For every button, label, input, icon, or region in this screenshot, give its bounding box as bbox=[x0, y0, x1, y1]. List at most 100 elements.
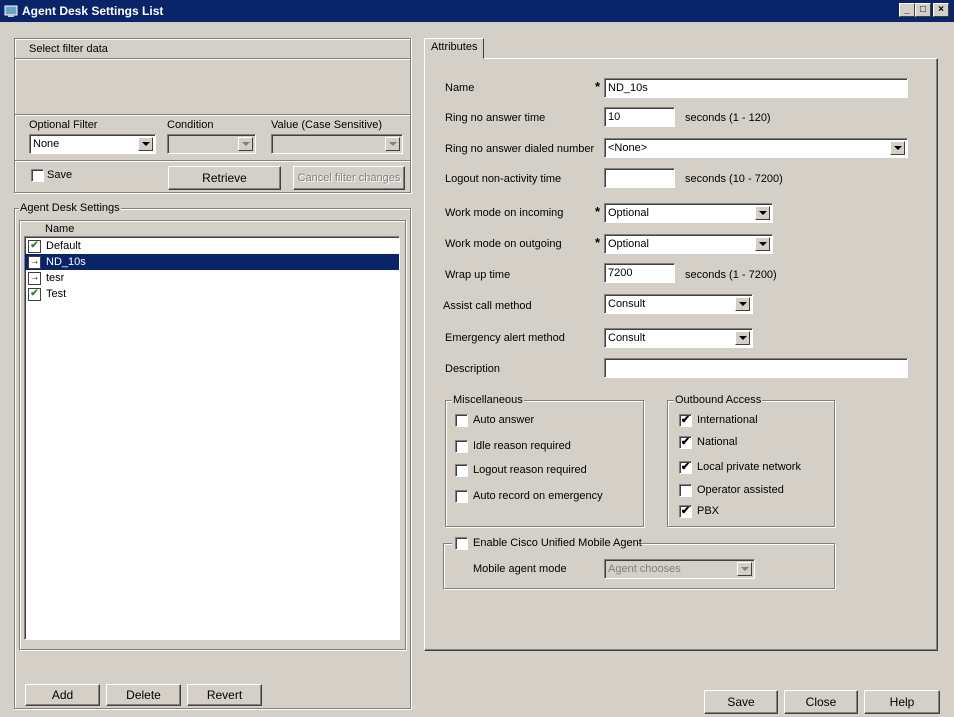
assist-value: Consult bbox=[608, 298, 646, 310]
ring-label: Ring no answer time bbox=[445, 112, 546, 124]
app-icon bbox=[4, 5, 18, 17]
misc-label: Auto answer bbox=[473, 414, 535, 426]
work-in-label: Work mode on incoming bbox=[445, 207, 564, 219]
misc-checkbox[interactable] bbox=[455, 414, 468, 427]
optional-filter-value: None bbox=[33, 138, 60, 150]
list-item-label: Default bbox=[46, 240, 81, 252]
condition-select[interactable] bbox=[167, 134, 256, 154]
misc-label: Auto record on emergency bbox=[473, 490, 603, 502]
logout-input[interactable] bbox=[604, 168, 675, 188]
ring-dialed-select[interactable]: <None> bbox=[604, 138, 908, 158]
ring-dialed-label: Ring no answer dialed number bbox=[445, 143, 595, 155]
list-item[interactable]: ✔ Default bbox=[25, 238, 399, 254]
wrap-input[interactable]: 7200 bbox=[604, 263, 675, 283]
delete-label: Delete bbox=[126, 688, 161, 702]
list-item[interactable]: → tesr bbox=[25, 270, 399, 286]
emergency-select[interactable]: Consult bbox=[604, 328, 753, 348]
list-item[interactable]: ✔ Test bbox=[25, 286, 399, 302]
enable-mobile-checkbox[interactable] bbox=[455, 537, 468, 550]
help-button[interactable]: Help bbox=[864, 690, 940, 714]
outbound-checkbox[interactable]: ✔ bbox=[679, 414, 692, 427]
window-title: Agent Desk Settings List bbox=[22, 4, 164, 18]
work-out-select[interactable]: Optional bbox=[604, 234, 773, 254]
checkmark-icon: ✔ bbox=[28, 287, 41, 301]
logout-label: Logout non-activity time bbox=[445, 173, 562, 185]
chevron-down-icon[interactable] bbox=[238, 137, 253, 151]
cancel-filter-button[interactable]: Cancel filter changes bbox=[293, 166, 405, 190]
filter-divider bbox=[15, 114, 410, 115]
outbound-checkbox[interactable]: ✔ bbox=[679, 505, 692, 518]
optional-filter-select[interactable]: None bbox=[29, 134, 156, 154]
misc-label: Logout reason required bbox=[473, 464, 587, 476]
tab-attributes-label: Attributes bbox=[431, 41, 478, 53]
list-item-label: ND_10s bbox=[46, 256, 86, 268]
save-filter-checkbox[interactable] bbox=[31, 169, 44, 182]
misc-checkbox[interactable] bbox=[455, 490, 468, 503]
chevron-down-icon[interactable] bbox=[138, 137, 153, 151]
add-button[interactable]: Add bbox=[25, 684, 100, 706]
ring-hint: seconds (1 - 120) bbox=[685, 112, 771, 124]
name-input[interactable]: ND_10s bbox=[604, 78, 908, 98]
list-item-label: tesr bbox=[46, 272, 65, 284]
save-button[interactable]: Save bbox=[704, 690, 778, 714]
outbound-label: National bbox=[697, 436, 738, 448]
chevron-down-icon[interactable] bbox=[755, 206, 770, 220]
description-label: Description bbox=[445, 363, 501, 375]
delete-button[interactable]: Delete bbox=[106, 684, 181, 706]
maximize-button[interactable]: □ bbox=[915, 3, 931, 17]
chevron-down-icon[interactable] bbox=[755, 237, 770, 251]
retrieve-button[interactable]: Retrieve bbox=[168, 166, 281, 190]
list-item[interactable]: → ND_10s bbox=[25, 254, 399, 270]
outbound-checkbox[interactable] bbox=[679, 484, 692, 497]
outbound-group-label: Outbound Access bbox=[674, 394, 763, 406]
work-out-label: Work mode on outgoing bbox=[445, 238, 562, 250]
name-required-marker: * bbox=[595, 79, 601, 94]
title-bar: Agent Desk Settings List bbox=[0, 0, 954, 22]
save-label: Save bbox=[727, 695, 755, 709]
column-header-name[interactable]: Name bbox=[45, 223, 74, 235]
ring-dialed-value: <None> bbox=[608, 142, 648, 154]
value-select[interactable] bbox=[271, 134, 403, 154]
close-label: Close bbox=[805, 695, 837, 709]
tab-attributes[interactable]: Attributes bbox=[424, 38, 485, 59]
outbound-label: Operator assisted bbox=[697, 484, 784, 496]
chevron-down-icon[interactable] bbox=[890, 141, 905, 155]
wrap-hint: seconds (1 - 7200) bbox=[685, 269, 777, 281]
close-window-button[interactable]: × bbox=[933, 3, 949, 17]
chevron-down-icon[interactable] bbox=[385, 137, 400, 151]
outbound-checkbox[interactable]: ✔ bbox=[679, 436, 692, 449]
misc-label: Idle reason required bbox=[473, 440, 571, 452]
list-group-label: Agent Desk Settings bbox=[19, 202, 121, 214]
add-label: Add bbox=[51, 688, 74, 702]
assist-select[interactable]: Consult bbox=[604, 294, 753, 314]
chevron-down-icon[interactable] bbox=[737, 562, 752, 576]
mobile-mode-select[interactable]: Agent chooses bbox=[604, 559, 755, 579]
optional-filter-label: Optional Filter bbox=[29, 119, 98, 131]
chevron-down-icon[interactable] bbox=[735, 297, 750, 311]
emergency-label: Emergency alert method bbox=[445, 332, 565, 344]
chevron-down-icon[interactable] bbox=[735, 331, 750, 345]
help-label: Help bbox=[889, 695, 915, 709]
description-input[interactable] bbox=[604, 358, 908, 378]
close-button[interactable]: Close bbox=[784, 690, 858, 714]
wrap-label: Wrap up time bbox=[445, 269, 511, 281]
name-label: Name bbox=[445, 82, 475, 94]
ring-input[interactable]: 10 bbox=[604, 107, 675, 127]
mobile-mode-value: Agent chooses bbox=[608, 563, 681, 575]
revert-button[interactable]: Revert bbox=[187, 684, 262, 706]
checkmark-icon: ✔ bbox=[28, 239, 41, 253]
work-in-select[interactable]: Optional bbox=[604, 203, 773, 223]
minimize-button[interactable]: _ bbox=[899, 3, 915, 17]
outbound-label: International bbox=[697, 414, 758, 426]
filter-divider-2 bbox=[15, 160, 410, 161]
settings-list[interactable]: ✔ Default → ND_10s → tesr ✔ Test bbox=[24, 236, 400, 640]
misc-checkbox[interactable] bbox=[455, 440, 468, 453]
list-item-label: Test bbox=[46, 288, 67, 300]
logout-hint: seconds (10 - 7200) bbox=[685, 173, 783, 185]
assist-label: Assist call method bbox=[443, 300, 532, 312]
work-out-required-marker: * bbox=[595, 235, 601, 250]
outbound-checkbox[interactable]: ✔ bbox=[679, 461, 692, 474]
value-label: Value (Case Sensitive) bbox=[271, 119, 383, 131]
condition-label: Condition bbox=[167, 119, 214, 131]
misc-checkbox[interactable] bbox=[455, 464, 468, 477]
